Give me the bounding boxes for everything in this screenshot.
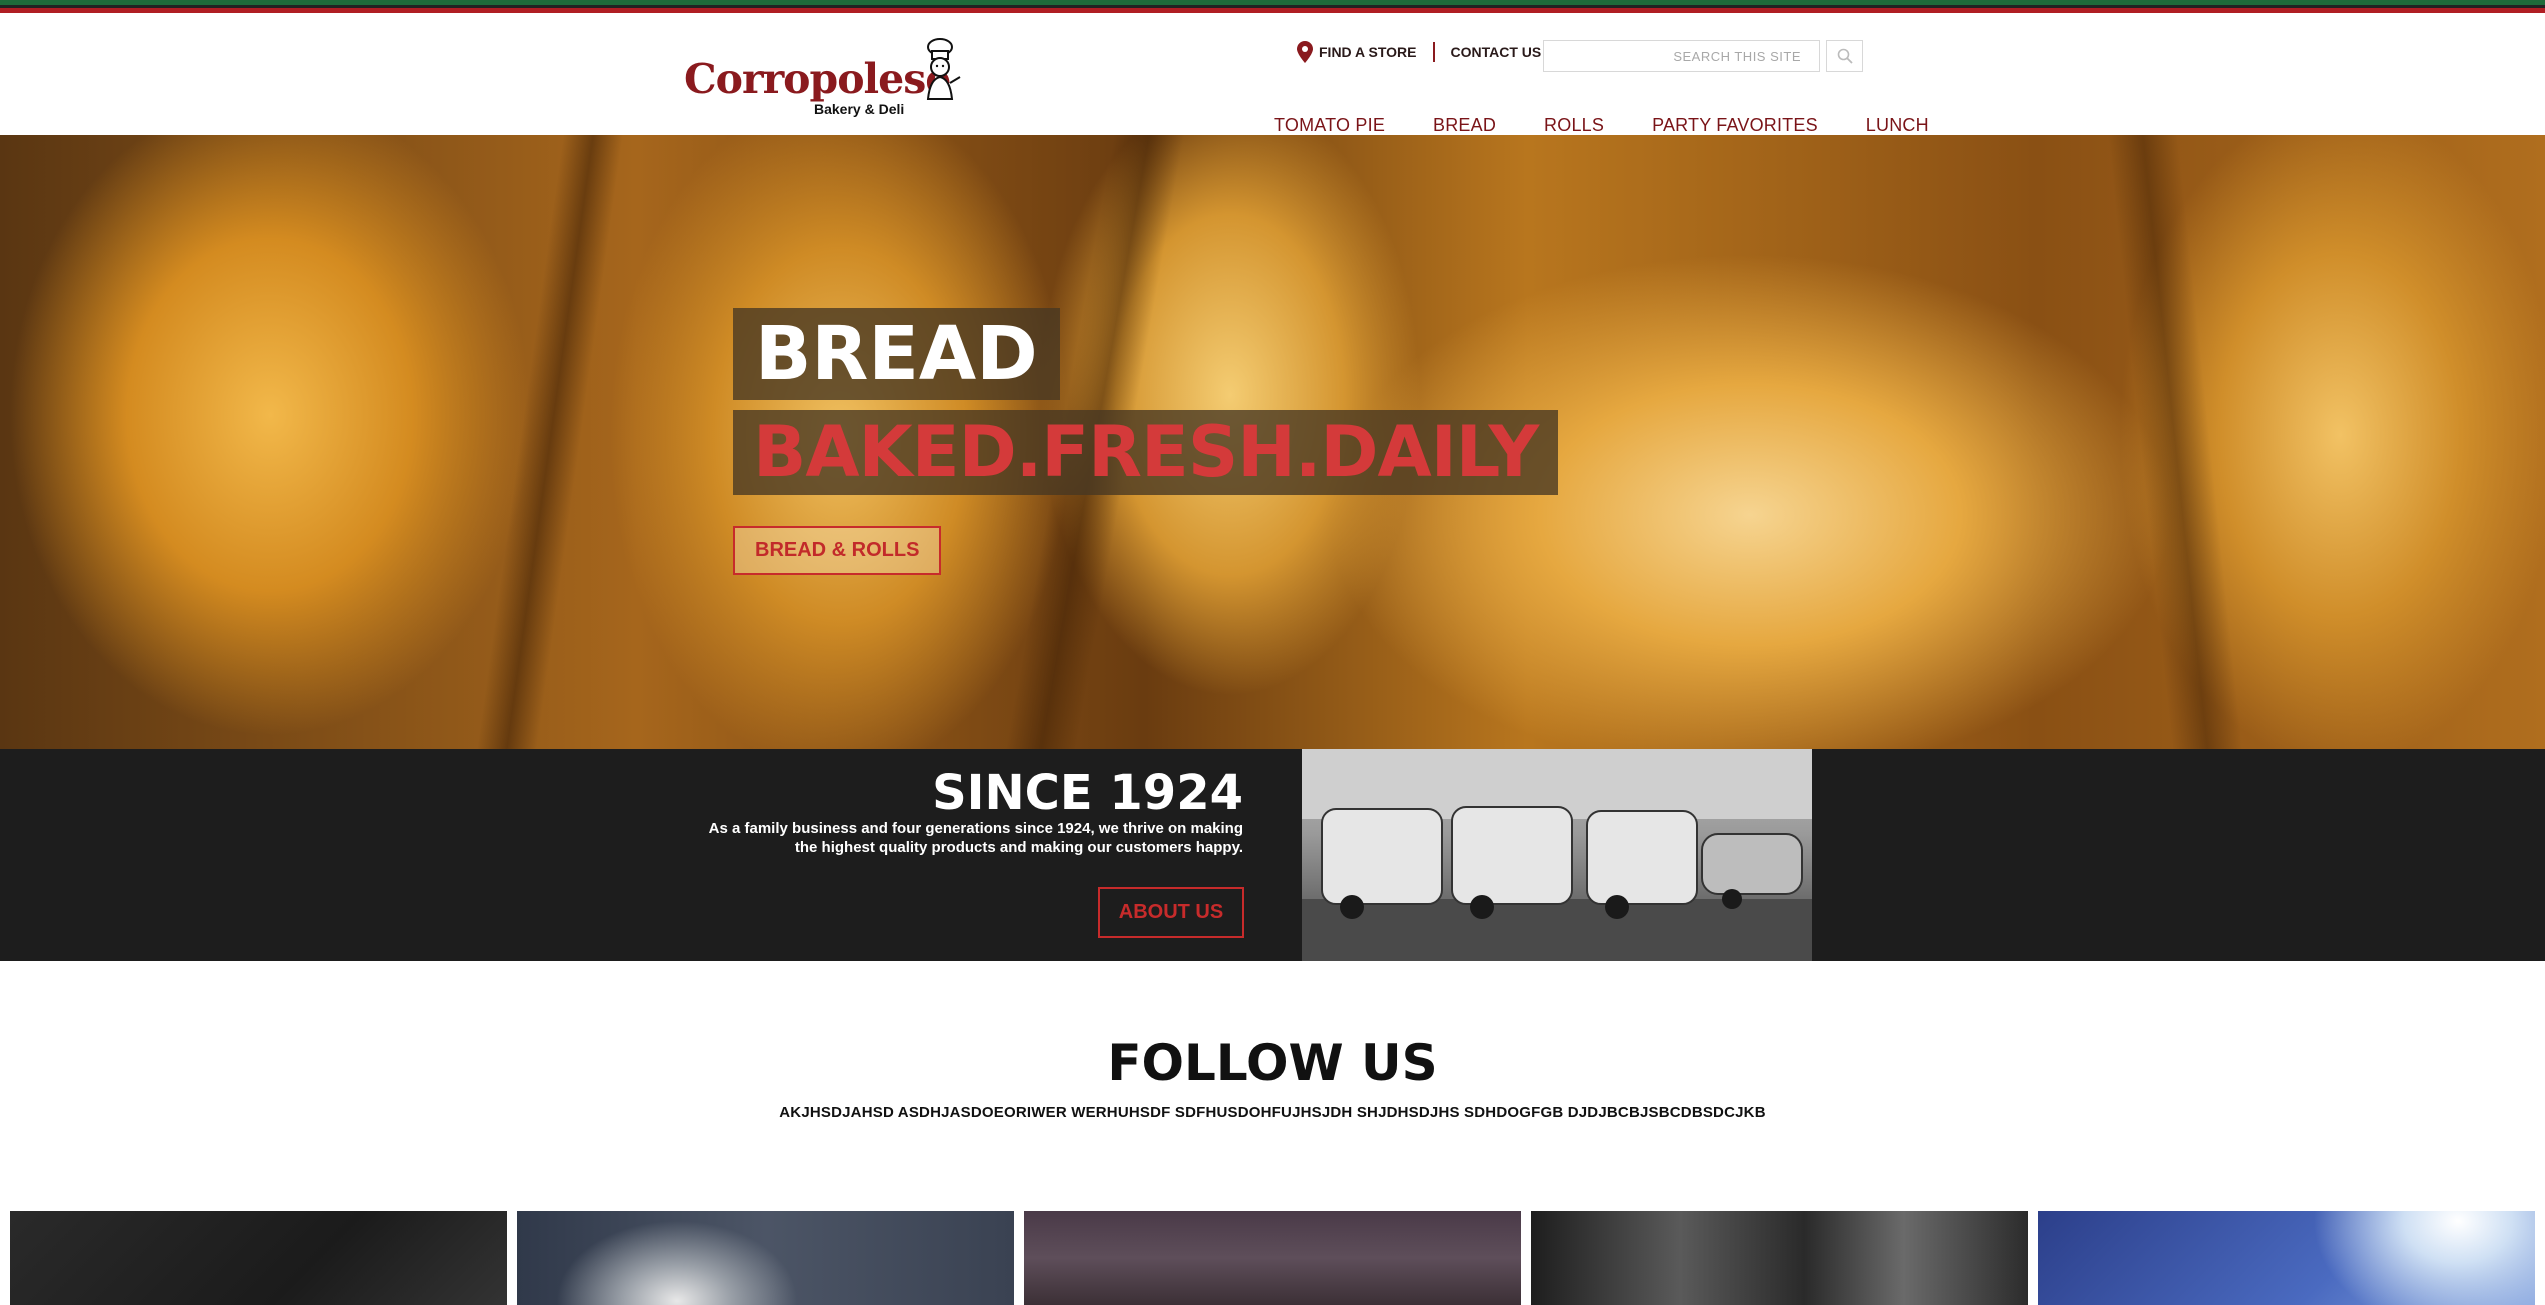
- map-pin-icon: [1297, 41, 1313, 63]
- chef-icon: [926, 38, 961, 100]
- logo-subtitle: Bakery & Deli: [814, 101, 905, 117]
- about-us-button[interactable]: ABOUT US: [1098, 887, 1244, 938]
- bread-rolls-button[interactable]: BREAD & ROLLS: [733, 526, 942, 575]
- nav-tomato-pie[interactable]: TOMATO PIE: [1274, 115, 1385, 136]
- main-nav: TOMATO PIE BREAD ROLLS PARTY FAVORITES L…: [1274, 115, 1929, 136]
- nav-rolls[interactable]: ROLLS: [1544, 115, 1604, 136]
- utility-divider: [1432, 42, 1435, 62]
- contact-link[interactable]: CONTACT US: [1451, 44, 1542, 60]
- since-section: SINCE 1924 As a family business and four…: [0, 749, 2545, 961]
- social-tile[interactable]: [1531, 1211, 2028, 1305]
- social-tile[interactable]: [10, 1211, 507, 1305]
- hero-tagline: BAKED.FRESH.DAILY: [733, 410, 1559, 495]
- delivery-trucks-photo: [1302, 749, 1812, 961]
- follow-us-title: FOLLOW US: [1107, 1034, 1438, 1092]
- nav-party-favorites[interactable]: PARTY FAVORITES: [1652, 115, 1818, 136]
- social-tile[interactable]: [1024, 1211, 1521, 1305]
- since-description: As a family business and four generation…: [708, 820, 1243, 856]
- follow-us-text: AKJHSDJAHSD ASDHJASDOEORIWER WERHUHSDF S…: [779, 1104, 1766, 1121]
- search-icon: [1837, 48, 1853, 64]
- search-button[interactable]: [1826, 40, 1863, 72]
- social-tile[interactable]: [2038, 1211, 2535, 1305]
- site-logo[interactable]: Corropolese Bakery & Deli: [684, 37, 964, 117]
- hero-banner: BREAD BAKED.FRESH.DAILY BREAD & ROLLS: [0, 135, 2545, 749]
- top-stripe: [0, 0, 2545, 13]
- site-header: Corropolese Bakery & Deli FIND A STORE C…: [0, 13, 2545, 135]
- logo-wordmark: Corropolese: [684, 55, 951, 103]
- social-tile[interactable]: [517, 1211, 1014, 1305]
- social-feed: [10, 1211, 2535, 1305]
- utility-links: FIND A STORE CONTACT US: [1297, 41, 1541, 63]
- find-store-link[interactable]: FIND A STORE: [1319, 44, 1417, 60]
- nav-bread[interactable]: BREAD: [1433, 115, 1496, 136]
- hero-title: BREAD: [733, 308, 1060, 400]
- search-input[interactable]: [1543, 40, 1820, 72]
- since-title: SINCE 1924: [932, 765, 1243, 821]
- nav-lunch[interactable]: LUNCH: [1866, 115, 1929, 136]
